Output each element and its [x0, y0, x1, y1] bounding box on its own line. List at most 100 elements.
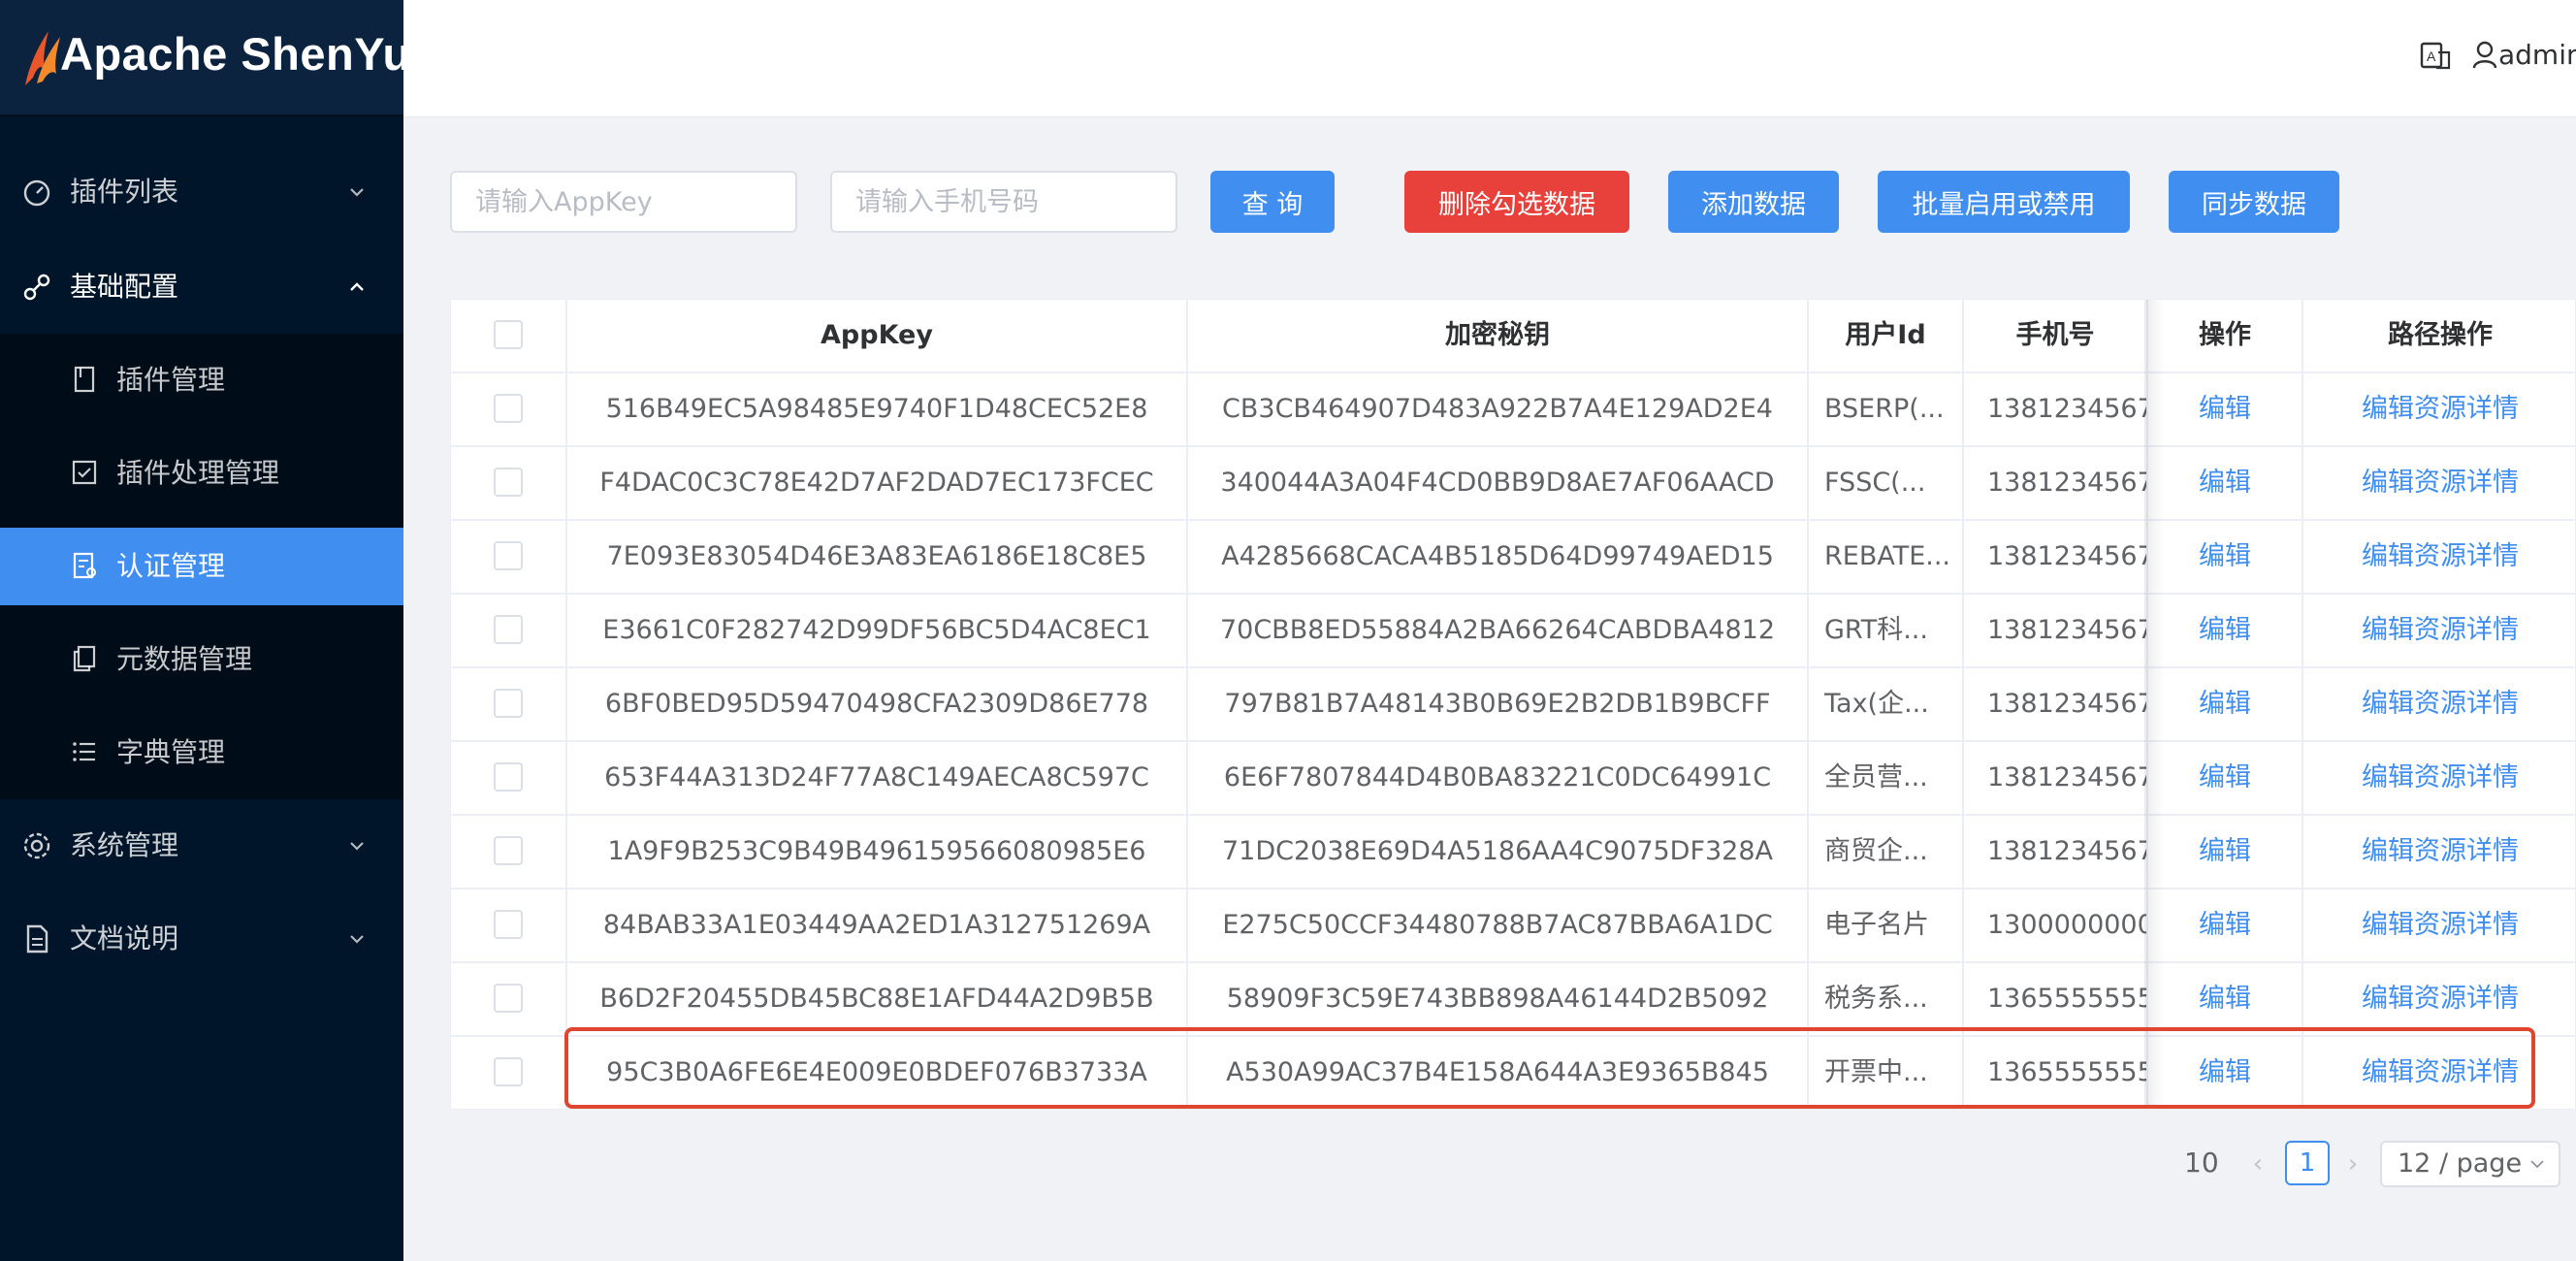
row-checkbox[interactable]: [494, 910, 523, 939]
edit-resource-link[interactable]: 编辑资源详情: [2362, 762, 2519, 792]
row-select-cell: [451, 816, 567, 888]
edit-resource-link[interactable]: 编辑资源详情: [2362, 541, 2519, 571]
edit-link: 编辑: [2148, 963, 2303, 1035]
row-checkbox[interactable]: [494, 984, 523, 1013]
edit-link: 编辑: [2148, 889, 2303, 961]
col-secret: 加密秘钥: [1188, 300, 1809, 372]
table-row: F4DAC0C3C78E42D7AF2DAD7EC173FCEC 340044A3…: [451, 447, 2575, 521]
book-icon: [74, 366, 95, 393]
user-menu[interactable]: admin: [2471, 35, 2576, 74]
gear-icon: [23, 832, 50, 859]
edit-link: 编辑: [2148, 668, 2303, 740]
page-1-button[interactable]: 1: [2285, 1141, 2330, 1185]
logo-feather-icon: [25, 31, 60, 85]
menu-documentation[interactable]: 文档说明: [0, 892, 403, 986]
row-checkbox[interactable]: [494, 762, 523, 792]
edit-resource-link[interactable]: 编辑资源详情: [2362, 984, 2519, 1014]
row-checkbox[interactable]: [494, 468, 523, 497]
sync-data-button[interactable]: 同步数据: [2169, 171, 2339, 233]
phone-search-input[interactable]: [830, 171, 1177, 233]
menu-basic-config[interactable]: 基础配置: [0, 241, 403, 334]
translate-icon[interactable]: A: [2419, 39, 2452, 72]
cell-phone: 1381234567: [1964, 447, 2148, 519]
row-checkbox[interactable]: [494, 689, 523, 718]
row-select-cell: [451, 1037, 567, 1109]
sidebar: Apache ShenYu 插件列表 基础配置 插件管理 插件处理管理 认证管理…: [0, 0, 410, 1261]
table-row: 6BF0BED95D59470498CFA2309D86E778 797B81B7…: [451, 668, 2575, 742]
sidebar-item-dictionary-management[interactable]: 字典管理: [0, 714, 403, 792]
sidebar-item-label: 字典管理: [116, 736, 226, 768]
edit-resource-link[interactable]: 编辑资源详情: [2362, 910, 2519, 940]
menu-plugin-list[interactable]: 插件列表: [0, 146, 403, 239]
edit-link[interactable]: 编辑: [2199, 468, 2251, 498]
prev-page-icon[interactable]: ‹: [2246, 1148, 2270, 1180]
list-icon: [73, 742, 95, 761]
row-checkbox[interactable]: [494, 1057, 523, 1086]
app-logo[interactable]: Apache ShenYu: [0, 0, 410, 116]
table-header-row: AppKey 加密秘钥 用户Id 手机号 操作 路径操作: [451, 300, 2575, 373]
settings-link-icon: [23, 274, 50, 301]
cell-userid: REBATE...: [1809, 521, 1964, 593]
page-size-select[interactable]: 12 / page: [2380, 1141, 2560, 1187]
cell-phone: 1381234567: [1964, 816, 2148, 888]
edit-link[interactable]: 编辑: [2199, 394, 2251, 424]
edit-resource-link: 编辑资源详情: [2303, 447, 2575, 519]
cell-phone: 1381234567: [1964, 668, 2148, 740]
cell-appkey: F4DAC0C3C78E42D7AF2DAD7EC173FCEC: [567, 447, 1188, 519]
sidebar-item-metadata-management[interactable]: 元数据管理: [0, 621, 403, 698]
row-checkbox[interactable]: [494, 541, 523, 570]
edit-link[interactable]: 编辑: [2199, 762, 2251, 792]
sidebar-item-label: 插件管理: [116, 364, 226, 396]
row-select-cell: [451, 668, 567, 740]
cell-secret: A4285668CACA4B5185D64D99749AED15: [1188, 521, 1809, 593]
edit-link: 编辑: [2148, 742, 2303, 814]
delete-selected-button[interactable]: 删除勾选数据: [1404, 171, 1629, 233]
cell-phone: 1365555555: [1964, 963, 2148, 1035]
cell-secret: 340044A3A04F4CD0BB9D8AE7AF06AACD: [1188, 447, 1809, 519]
edit-resource-link[interactable]: 编辑资源详情: [2362, 836, 2519, 866]
col-path-op: 路径操作: [2388, 320, 2493, 350]
edit-resource-link[interactable]: 编辑资源详情: [2362, 689, 2519, 719]
table-row: 653F44A313D24F77A8C149AECA8C597C 6E6F7807…: [451, 742, 2575, 816]
edit-link[interactable]: 编辑: [2199, 836, 2251, 866]
next-page-icon[interactable]: ›: [2341, 1148, 2365, 1180]
cell-secret: 71DC2038E69D4A5186AA4C9075DF328A: [1188, 816, 1809, 888]
batch-enable-disable-button[interactable]: 批量启用或禁用: [1878, 171, 2130, 233]
chevron-down-icon: [350, 842, 364, 851]
copy-icon: [73, 645, 96, 672]
sidebar-item-label: 插件处理管理: [116, 457, 280, 489]
select-all-cell: [451, 300, 567, 372]
user-icon: [2472, 41, 2497, 69]
chevron-down-icon: [350, 935, 364, 944]
edit-resource-link[interactable]: 编辑资源详情: [2362, 1057, 2519, 1087]
col-op: 操作: [2148, 300, 2303, 372]
edit-link: 编辑: [2148, 1037, 2303, 1109]
row-checkbox[interactable]: [494, 836, 523, 865]
edit-resource-link[interactable]: 编辑资源详情: [2362, 468, 2519, 498]
edit-link: 编辑: [2148, 373, 2303, 445]
edit-link[interactable]: 编辑: [2199, 541, 2251, 571]
appkey-search-input[interactable]: [450, 171, 797, 233]
edit-resource-link[interactable]: 编辑资源详情: [2362, 394, 2519, 424]
add-data-button[interactable]: 添加数据: [1668, 171, 1839, 233]
edit-link[interactable]: 编辑: [2199, 615, 2251, 645]
menu-system-management[interactable]: 系统管理: [0, 799, 403, 892]
sidebar-item-plugin-management[interactable]: 插件管理: [0, 341, 403, 419]
edit-resource-link[interactable]: 编辑资源详情: [2362, 615, 2519, 645]
row-checkbox[interactable]: [494, 615, 523, 644]
cell-userid: Tax(企...: [1809, 668, 1964, 740]
sidebar-item-auth-management[interactable]: 认证管理: [0, 528, 403, 605]
table-row: 84BAB33A1E03449AA2ED1A312751269A E275C50C…: [451, 889, 2575, 963]
chevron-down-icon: [2530, 1160, 2544, 1169]
select-all-checkbox[interactable]: [494, 320, 523, 349]
edit-link[interactable]: 编辑: [2199, 689, 2251, 719]
edit-link[interactable]: 编辑: [2199, 984, 2251, 1014]
edit-link[interactable]: 编辑: [2199, 910, 2251, 940]
edit-link[interactable]: 编辑: [2199, 1057, 2251, 1087]
query-button[interactable]: 查 询: [1210, 171, 1335, 233]
row-checkbox[interactable]: [494, 394, 523, 423]
sidebar-item-plugin-handle[interactable]: 插件处理管理: [0, 435, 403, 512]
cell-secret: 58909F3C59E743BB898A46144D2B5092: [1188, 963, 1809, 1035]
cell-appkey: E3661C0F282742D99DF56BC5D4AC8EC1: [567, 595, 1188, 666]
row-select-cell: [451, 963, 567, 1035]
